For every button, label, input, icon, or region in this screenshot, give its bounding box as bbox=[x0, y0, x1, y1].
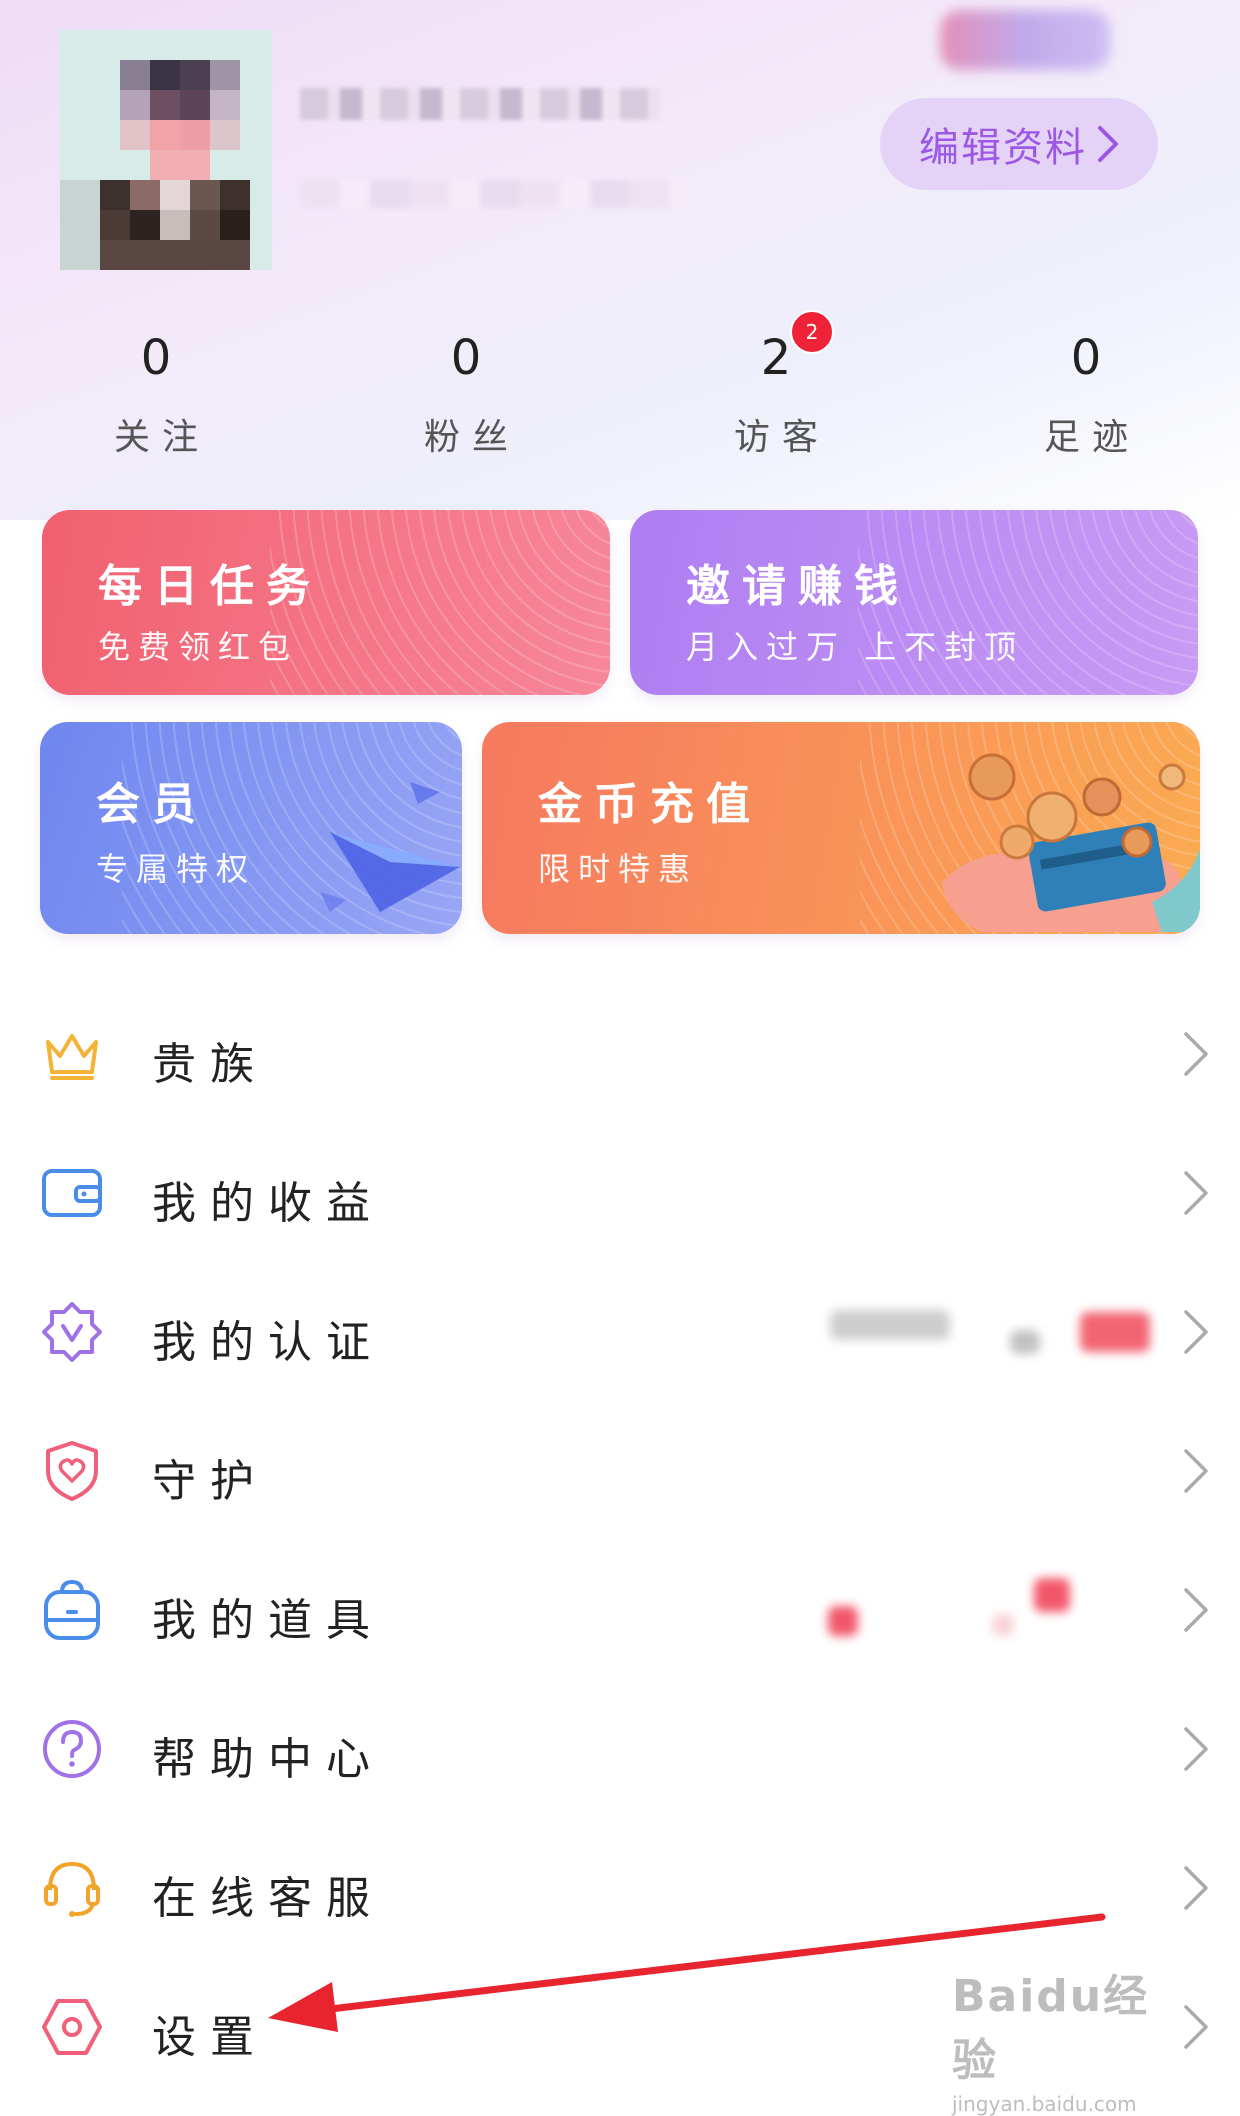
card-subtitle: 限时特惠 bbox=[538, 850, 699, 888]
invite-earn-card[interactable]: 邀请赚钱 月入过万 上不封顶 bbox=[630, 510, 1198, 695]
verification-status-blurred bbox=[830, 1310, 950, 1340]
watermark-url: jingyan.baidu.com bbox=[952, 2092, 1137, 2116]
user-id-blurred bbox=[300, 180, 690, 208]
menu-label: 守护 bbox=[152, 1456, 268, 1507]
backpack-icon bbox=[44, 1579, 100, 1640]
stat-value: 0 bbox=[450, 330, 482, 386]
card-title: 邀请赚钱 bbox=[686, 561, 910, 612]
shield-heart-icon bbox=[46, 1441, 98, 1501]
crown-icon bbox=[46, 1034, 98, 1080]
chevron-right-icon bbox=[1184, 1171, 1208, 1215]
card-title: 金币充值 bbox=[538, 779, 762, 830]
menu-item-verification[interactable]: 我的认证 bbox=[0, 1270, 1240, 1400]
watermark-brand: Baidu经验 bbox=[952, 1971, 1150, 2086]
chevron-right-icon bbox=[1184, 1866, 1208, 1910]
stat-value: 0 bbox=[1070, 330, 1102, 386]
menu-item-guard[interactable]: 守护 bbox=[0, 1409, 1240, 1539]
chevron-right-icon bbox=[1184, 1588, 1208, 1632]
avatar[interactable] bbox=[60, 30, 272, 270]
verified-badge-icon bbox=[42, 1302, 102, 1362]
stat-label: 关注 bbox=[113, 417, 210, 458]
member-card[interactable]: 会员 专属特权 bbox=[40, 722, 462, 934]
card-title: 每日任务 bbox=[98, 561, 322, 612]
menu-item-props[interactable]: 我的道具 bbox=[0, 1548, 1240, 1678]
paper-plane-icon bbox=[320, 782, 460, 912]
edit-profile-button[interactable]: 编辑资料 bbox=[880, 98, 1158, 190]
menu-item-help-center[interactable]: 帮助中心 bbox=[0, 1687, 1240, 1817]
props-status-blurred bbox=[1034, 1578, 1070, 1612]
card-subtitle: 专属特权 bbox=[96, 850, 257, 888]
stat-footprints[interactable]: 0 足迹 bbox=[986, 330, 1186, 460]
menu-label: 在线客服 bbox=[152, 1873, 384, 1924]
visitor-count-badge: 2 bbox=[790, 310, 834, 354]
menu-item-customer-service[interactable]: 在线客服 bbox=[0, 1826, 1240, 1956]
stat-label: 足迹 bbox=[1043, 417, 1140, 458]
verification-status-blurred bbox=[1010, 1330, 1040, 1354]
chevron-right-icon bbox=[1184, 1032, 1208, 1076]
props-status-blurred bbox=[992, 1614, 1014, 1636]
stat-value: 0 bbox=[140, 330, 172, 386]
chevron-right-icon bbox=[1184, 1310, 1208, 1354]
menu-item-earnings[interactable]: 我的收益 bbox=[0, 1131, 1240, 1261]
coins-hand-illustration bbox=[942, 753, 1200, 932]
settings-hexagon-icon bbox=[42, 1999, 102, 2055]
help-icon bbox=[43, 1720, 101, 1778]
chevron-right-icon bbox=[1098, 126, 1118, 162]
menu-label: 我的道具 bbox=[152, 1595, 384, 1646]
coin-recharge-card[interactable]: 金币充值 限时特惠 bbox=[482, 722, 1200, 934]
stat-fans[interactable]: 0 粉丝 bbox=[366, 330, 566, 460]
verification-status-blurred bbox=[1080, 1312, 1150, 1352]
menu-item-nobility[interactable]: 贵族 bbox=[0, 992, 1240, 1122]
props-status-blurred bbox=[828, 1606, 858, 1636]
stat-visitors[interactable]: 2 访客 bbox=[676, 330, 876, 460]
menu-label: 帮助中心 bbox=[152, 1734, 384, 1785]
chevron-right-icon bbox=[1184, 1449, 1208, 1493]
menu-label: 贵族 bbox=[152, 1039, 268, 1090]
card-title: 会员 bbox=[96, 779, 208, 830]
level-badge-blurred bbox=[940, 10, 1110, 70]
stat-label: 粉丝 bbox=[423, 417, 520, 458]
stat-label: 访客 bbox=[733, 417, 830, 458]
chevron-right-icon bbox=[1184, 1727, 1208, 1771]
stat-following[interactable]: 0 关注 bbox=[56, 330, 256, 460]
card-subtitle: 月入过万 上不封顶 bbox=[686, 628, 1025, 666]
menu-label: 我的收益 bbox=[152, 1178, 384, 1229]
menu-label: 设置 bbox=[152, 2012, 268, 2063]
username-blurred bbox=[300, 88, 660, 120]
baidu-jingyan-watermark: Baidu经验 jingyan.baidu.com bbox=[952, 1960, 1182, 2116]
menu-label: 我的认证 bbox=[152, 1317, 384, 1368]
chevron-right-icon bbox=[1184, 2005, 1208, 2049]
card-subtitle: 免费领红包 bbox=[98, 628, 299, 666]
stat-value: 2 bbox=[760, 330, 792, 386]
wallet-icon bbox=[42, 1169, 102, 1217]
edit-profile-label: 编辑资料 bbox=[919, 125, 1087, 171]
headset-icon bbox=[44, 1861, 100, 1917]
daily-task-card[interactable]: 每日任务 免费领红包 bbox=[42, 510, 610, 695]
